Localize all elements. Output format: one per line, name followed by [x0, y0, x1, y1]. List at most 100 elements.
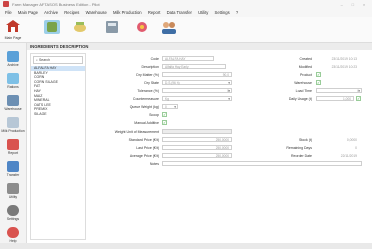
search-icon: ⌕ — [36, 58, 38, 62]
users-icon — [162, 22, 176, 34]
toolbar-feed-button[interactable] — [134, 20, 150, 34]
warehouse-checkbox[interactable]: ✓ — [316, 80, 321, 85]
modified-value: 23/11/2019 10:23 — [331, 65, 357, 69]
standard-price-label: Standard Price (€/t) — [128, 138, 159, 142]
utility-icon — [7, 183, 19, 194]
queue-weight-value: 0 — [165, 105, 167, 109]
sidebar-item-help[interactable]: Help — [0, 223, 26, 249]
created-value: 23/11/2019 10:13 — [331, 57, 357, 61]
report-icon — [7, 139, 19, 150]
load-time-value: 0 — [357, 89, 359, 93]
daily-usage-field[interactable]: 1,000 — [316, 96, 354, 101]
reorder-date-value: 22/11/2019 — [340, 154, 357, 158]
maximize-icon[interactable]: □ — [348, 0, 358, 9]
countermeasure-select[interactable]: Kg — [162, 96, 232, 102]
sidebar-item-label: Report — [7, 151, 19, 155]
warehouse-icon — [7, 95, 19, 106]
sidebar-item-label: Rations — [7, 85, 19, 89]
load-time-label: Load Time — [295, 89, 312, 93]
remaining-days-value: 0 — [355, 146, 357, 150]
manual-additive-label: Manual Additive — [134, 121, 159, 125]
queue-weight-stepper[interactable]: 0 — [162, 104, 178, 110]
transfer-icon — [7, 161, 19, 172]
mixing-icon — [74, 22, 86, 32]
menu-milk-production[interactable]: Milk Production — [113, 10, 142, 15]
notes-field[interactable] — [162, 161, 362, 166]
scoop-label: Scoop — [149, 113, 159, 117]
sidebar-item-label: Warehouse — [4, 107, 22, 111]
remaining-days-label: Remaining Days — [286, 146, 312, 150]
load-time-stepper[interactable]: 0 — [316, 88, 362, 94]
main-panel: INGREDIENTS DESCRIPTION ⌕ Search ALFALFA… — [27, 43, 372, 243]
sidebar-item-label: Milk Production — [1, 129, 25, 133]
calculator-icon — [106, 21, 118, 33]
menu-archive[interactable]: Archive — [44, 10, 58, 15]
reorder-date-label: Reorder Date — [290, 154, 312, 158]
menu-warehouse[interactable]: Warehouse — [86, 10, 107, 15]
sidebar-item-label: Settings — [6, 217, 20, 221]
daily-usage-checkbox[interactable]: ✓ — [356, 96, 361, 101]
product-label: Product — [299, 73, 312, 77]
toolbar-calculator-button[interactable] — [104, 20, 120, 34]
scoop-checkbox[interactable]: ✓ — [162, 112, 167, 117]
average-price-field[interactable]: 250,0000 — [162, 153, 232, 158]
menu-help[interactable]: ? — [236, 10, 238, 15]
tolerance-label: Tolerance (%) — [137, 89, 159, 93]
menu-data-transfer[interactable]: Data Transfer — [167, 10, 192, 15]
code-field[interactable]: ALFALFA HAY — [162, 56, 214, 61]
close-icon[interactable]: × — [359, 0, 369, 9]
toolbar-main-page-button[interactable]: Main Page — [0, 17, 26, 42]
barn-icon — [6, 20, 20, 32]
flower-icon — [137, 22, 147, 32]
dry-state-value: D.S.(96 h) — [165, 81, 180, 85]
menu-utility[interactable]: Utility — [198, 10, 208, 15]
sidebar-item-label: Utility — [8, 195, 18, 199]
stock-label: Stock (t) — [298, 138, 312, 142]
tolerance-stepper[interactable]: 5 — [162, 88, 232, 94]
created-label: Created — [299, 57, 312, 61]
sidebar: Archive Rations Warehouse Milk Productio… — [0, 43, 27, 243]
toolbar-users-button[interactable] — [160, 20, 176, 34]
title-bar: Farm Manager AFTASOS Business Edition - … — [0, 0, 372, 9]
milk-icon — [7, 117, 19, 128]
manual-additive-checkbox[interactable]: ✓ — [162, 120, 167, 125]
toolbar-mixing-button[interactable] — [72, 20, 88, 34]
menu-bar: File Main Page Archive Recipes Warehouse… — [0, 9, 372, 17]
average-price-label: Average Price (€/t) — [129, 154, 159, 158]
stock-value: 0,0000 — [346, 138, 357, 142]
description-label: Description — [141, 65, 159, 69]
last-price-field[interactable]: 250,0000 — [162, 145, 232, 150]
window-title: Farm Manager AFTASOS Business Edition - … — [12, 2, 100, 7]
toolbar: Main Page — [0, 17, 372, 43]
tolerance-value: 5 — [227, 89, 229, 93]
dry-state-select[interactable]: D.S.(96 h) — [162, 80, 232, 86]
product-checkbox[interactable]: ✓ — [316, 72, 321, 77]
countermeasure-label: Countermeasure — [132, 97, 159, 101]
menu-settings[interactable]: Settings — [215, 10, 230, 15]
description-field[interactable]: Alfalfa Hay Early — [162, 64, 226, 69]
sidebar-item-label: Help — [9, 239, 17, 243]
standard-price-field[interactable]: 250,0000 — [162, 137, 232, 142]
minimize-icon[interactable]: – — [337, 0, 347, 9]
dry-matter-field[interactable]: 90,0 — [162, 72, 232, 77]
menu-main-page[interactable]: Main Page — [18, 10, 38, 15]
weight-unit-field[interactable] — [162, 129, 232, 134]
menu-report[interactable]: Report — [148, 10, 161, 15]
search-input[interactable]: ⌕ Search — [33, 56, 83, 64]
dry-state-label: Dry State — [144, 81, 159, 85]
daily-usage-label: Daily Usage (t) — [288, 97, 312, 101]
queue-weight-label: Queue Weight (kg) — [129, 105, 159, 109]
weight-unit-label: Weight Unit of Measurement — [114, 130, 159, 134]
archive-icon — [7, 51, 19, 62]
notes-label: Notes — [149, 162, 159, 166]
list-item[interactable]: SILAGE — [31, 112, 85, 117]
sidebar-item-label: Transfer — [6, 173, 20, 177]
menu-recipes[interactable]: Recipes — [64, 10, 79, 15]
section-title: INGREDIENTS DESCRIPTION — [27, 43, 372, 50]
toolbar-ingredients-button[interactable] — [44, 20, 60, 34]
feed-bag-icon — [47, 22, 57, 32]
code-label: Code — [150, 57, 159, 61]
toolbar-main-page-label: Main Page — [4, 36, 22, 40]
countermeasure-value: Kg — [165, 97, 169, 101]
menu-file[interactable]: File — [5, 10, 12, 15]
